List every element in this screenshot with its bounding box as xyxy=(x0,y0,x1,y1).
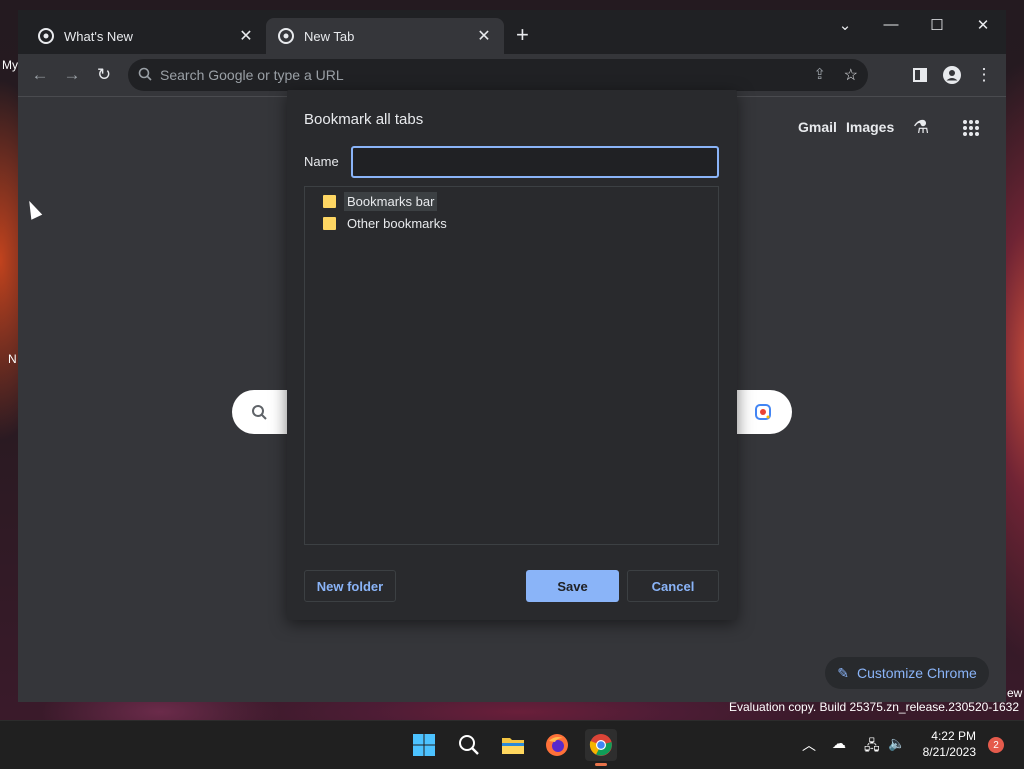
gmail-link[interactable]: Gmail xyxy=(798,119,837,135)
back-icon[interactable]: ← xyxy=(29,64,51,86)
desktop-icon-label[interactable]: My xyxy=(2,58,18,72)
chrome-taskbar-icon[interactable] xyxy=(585,729,617,766)
search-icon[interactable] xyxy=(453,729,485,761)
clock-date: 8/21/2023 xyxy=(922,745,976,759)
tab-strip: What's New ✕ New Tab ✕ + ⌄ — ☐ ✕ xyxy=(18,10,1006,54)
folder-name-input[interactable] xyxy=(351,146,719,178)
dialog-title: Bookmark all tabs xyxy=(304,111,424,128)
new-tab-button[interactable]: + xyxy=(516,24,529,46)
file-explorer-icon[interactable] xyxy=(497,729,529,761)
save-button[interactable]: Save xyxy=(526,570,619,602)
tab-new-tab[interactable]: New Tab ✕ xyxy=(266,18,504,54)
folder-item-bookmarks-bar[interactable]: Bookmarks bar xyxy=(323,191,438,211)
bookmark-star-icon[interactable]: ☆ xyxy=(844,65,858,85)
desktop-icon-label[interactable]: N xyxy=(8,352,17,366)
profile-icon[interactable] xyxy=(941,64,963,86)
tab-search-icon[interactable]: ⌄ xyxy=(830,16,860,34)
name-label: Name xyxy=(304,154,339,169)
side-panel-icon[interactable] xyxy=(909,64,931,86)
new-folder-button[interactable]: New folder xyxy=(304,570,396,602)
bookmark-all-tabs-dialog: Bookmark all tabs Name Bookmarks bar Oth… xyxy=(287,90,737,620)
menu-icon[interactable]: ⋮ xyxy=(973,64,995,86)
maximize-button[interactable]: ☐ xyxy=(922,16,952,34)
notification-badge[interactable]: 2 xyxy=(988,737,1004,753)
windows-taskbar: ︿ ☁ 🖧 🔈 4:22 PM 8/21/2023 2 xyxy=(0,720,1024,769)
tab-whats-new[interactable]: What's New ✕ xyxy=(26,18,266,54)
google-lens-icon[interactable] xyxy=(754,403,772,421)
close-window-button[interactable]: ✕ xyxy=(968,16,998,34)
folder-icon xyxy=(323,216,336,230)
folder-icon xyxy=(323,194,336,208)
firefox-icon[interactable] xyxy=(541,729,573,761)
onedrive-icon[interactable]: ☁ xyxy=(832,735,846,752)
search-icon xyxy=(252,405,267,420)
windows-start-icon[interactable] xyxy=(408,729,440,761)
reload-icon[interactable]: ↻ xyxy=(93,64,115,86)
folder-label: Bookmarks bar xyxy=(344,191,438,211)
labs-flask-icon[interactable]: ⚗ xyxy=(913,117,929,138)
search-icon xyxy=(138,67,152,81)
tab-title: What's New xyxy=(64,28,133,44)
customize-chrome-button[interactable]: ✎ Customize Chrome xyxy=(825,657,989,689)
chevron-up-icon[interactable]: ︿ xyxy=(802,735,816,755)
customize-chrome-label: Customize Chrome xyxy=(856,665,977,681)
cancel-button[interactable]: Cancel xyxy=(627,570,719,602)
omnibox[interactable]: Search Google or type a URL ⇪ ☆ xyxy=(128,59,868,91)
omnibox-placeholder: Search Google or type a URL xyxy=(160,67,344,83)
volume-icon[interactable]: 🔈 xyxy=(888,735,905,752)
folder-item-other-bookmarks[interactable]: Other bookmarks xyxy=(323,213,450,233)
network-icon[interactable]: 🖧 xyxy=(864,735,880,759)
folder-label: Other bookmarks xyxy=(347,215,447,231)
evaluation-watermark: Evaluation copy. Build 25375.zn_release.… xyxy=(729,700,1019,714)
clock-time: 4:22 PM xyxy=(931,729,976,743)
close-icon[interactable]: ✕ xyxy=(238,26,254,46)
share-icon[interactable]: ⇪ xyxy=(813,65,826,83)
close-icon[interactable]: ✕ xyxy=(476,26,492,46)
taskbar-clock[interactable]: 4:22 PM 8/21/2023 xyxy=(923,728,976,760)
active-app-indicator xyxy=(595,763,607,766)
minimize-button[interactable]: — xyxy=(876,16,906,33)
apps-grid-icon[interactable] xyxy=(962,119,980,137)
forward-icon[interactable]: → xyxy=(61,64,83,86)
chrome-icon xyxy=(278,28,294,44)
pencil-icon: ✎ xyxy=(837,664,849,681)
desktop-watermark-fragment: ew xyxy=(1007,686,1023,700)
tab-title: New Tab xyxy=(304,28,355,44)
chrome-icon xyxy=(38,28,54,44)
bookmark-folder-tree[interactable]: Bookmarks bar Other bookmarks xyxy=(304,186,719,545)
images-link[interactable]: Images xyxy=(846,119,894,135)
